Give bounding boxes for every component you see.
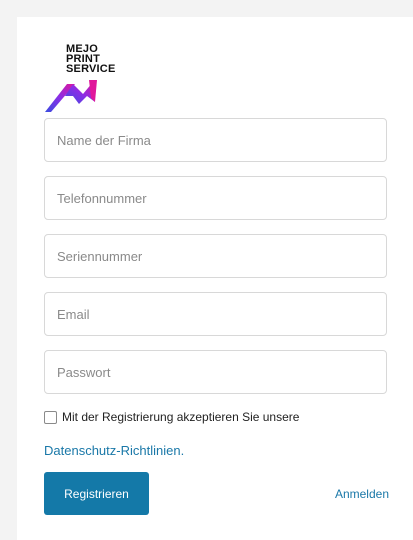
login-link[interactable]: Anmelden (335, 487, 389, 501)
logo-line-3: SERVICE (66, 63, 116, 75)
privacy-policy-link[interactable]: Datenschutz-Richtlinien. (44, 443, 184, 458)
consent-label: Mit der Registrierung akzeptieren Sie un… (62, 410, 300, 424)
consent-checkbox[interactable] (44, 410, 57, 424)
logo-wordmark: MEJO PRINT SERVICE (66, 44, 116, 75)
company-logo: MEJO PRINT SERVICE (45, 44, 145, 112)
registration-card: MEJO PRINT SERVICE Mit der Registrierung… (17, 17, 413, 540)
register-button[interactable]: Registrieren (44, 472, 149, 515)
email-input[interactable] (44, 292, 387, 336)
password-input[interactable] (44, 350, 387, 394)
serial-number-input[interactable] (44, 234, 387, 278)
consent-row: Mit der Registrierung akzeptieren Sie un… (44, 409, 299, 425)
logo-mark-icon (45, 80, 97, 112)
phone-number-input[interactable] (44, 176, 387, 220)
company-name-input[interactable] (44, 118, 387, 162)
